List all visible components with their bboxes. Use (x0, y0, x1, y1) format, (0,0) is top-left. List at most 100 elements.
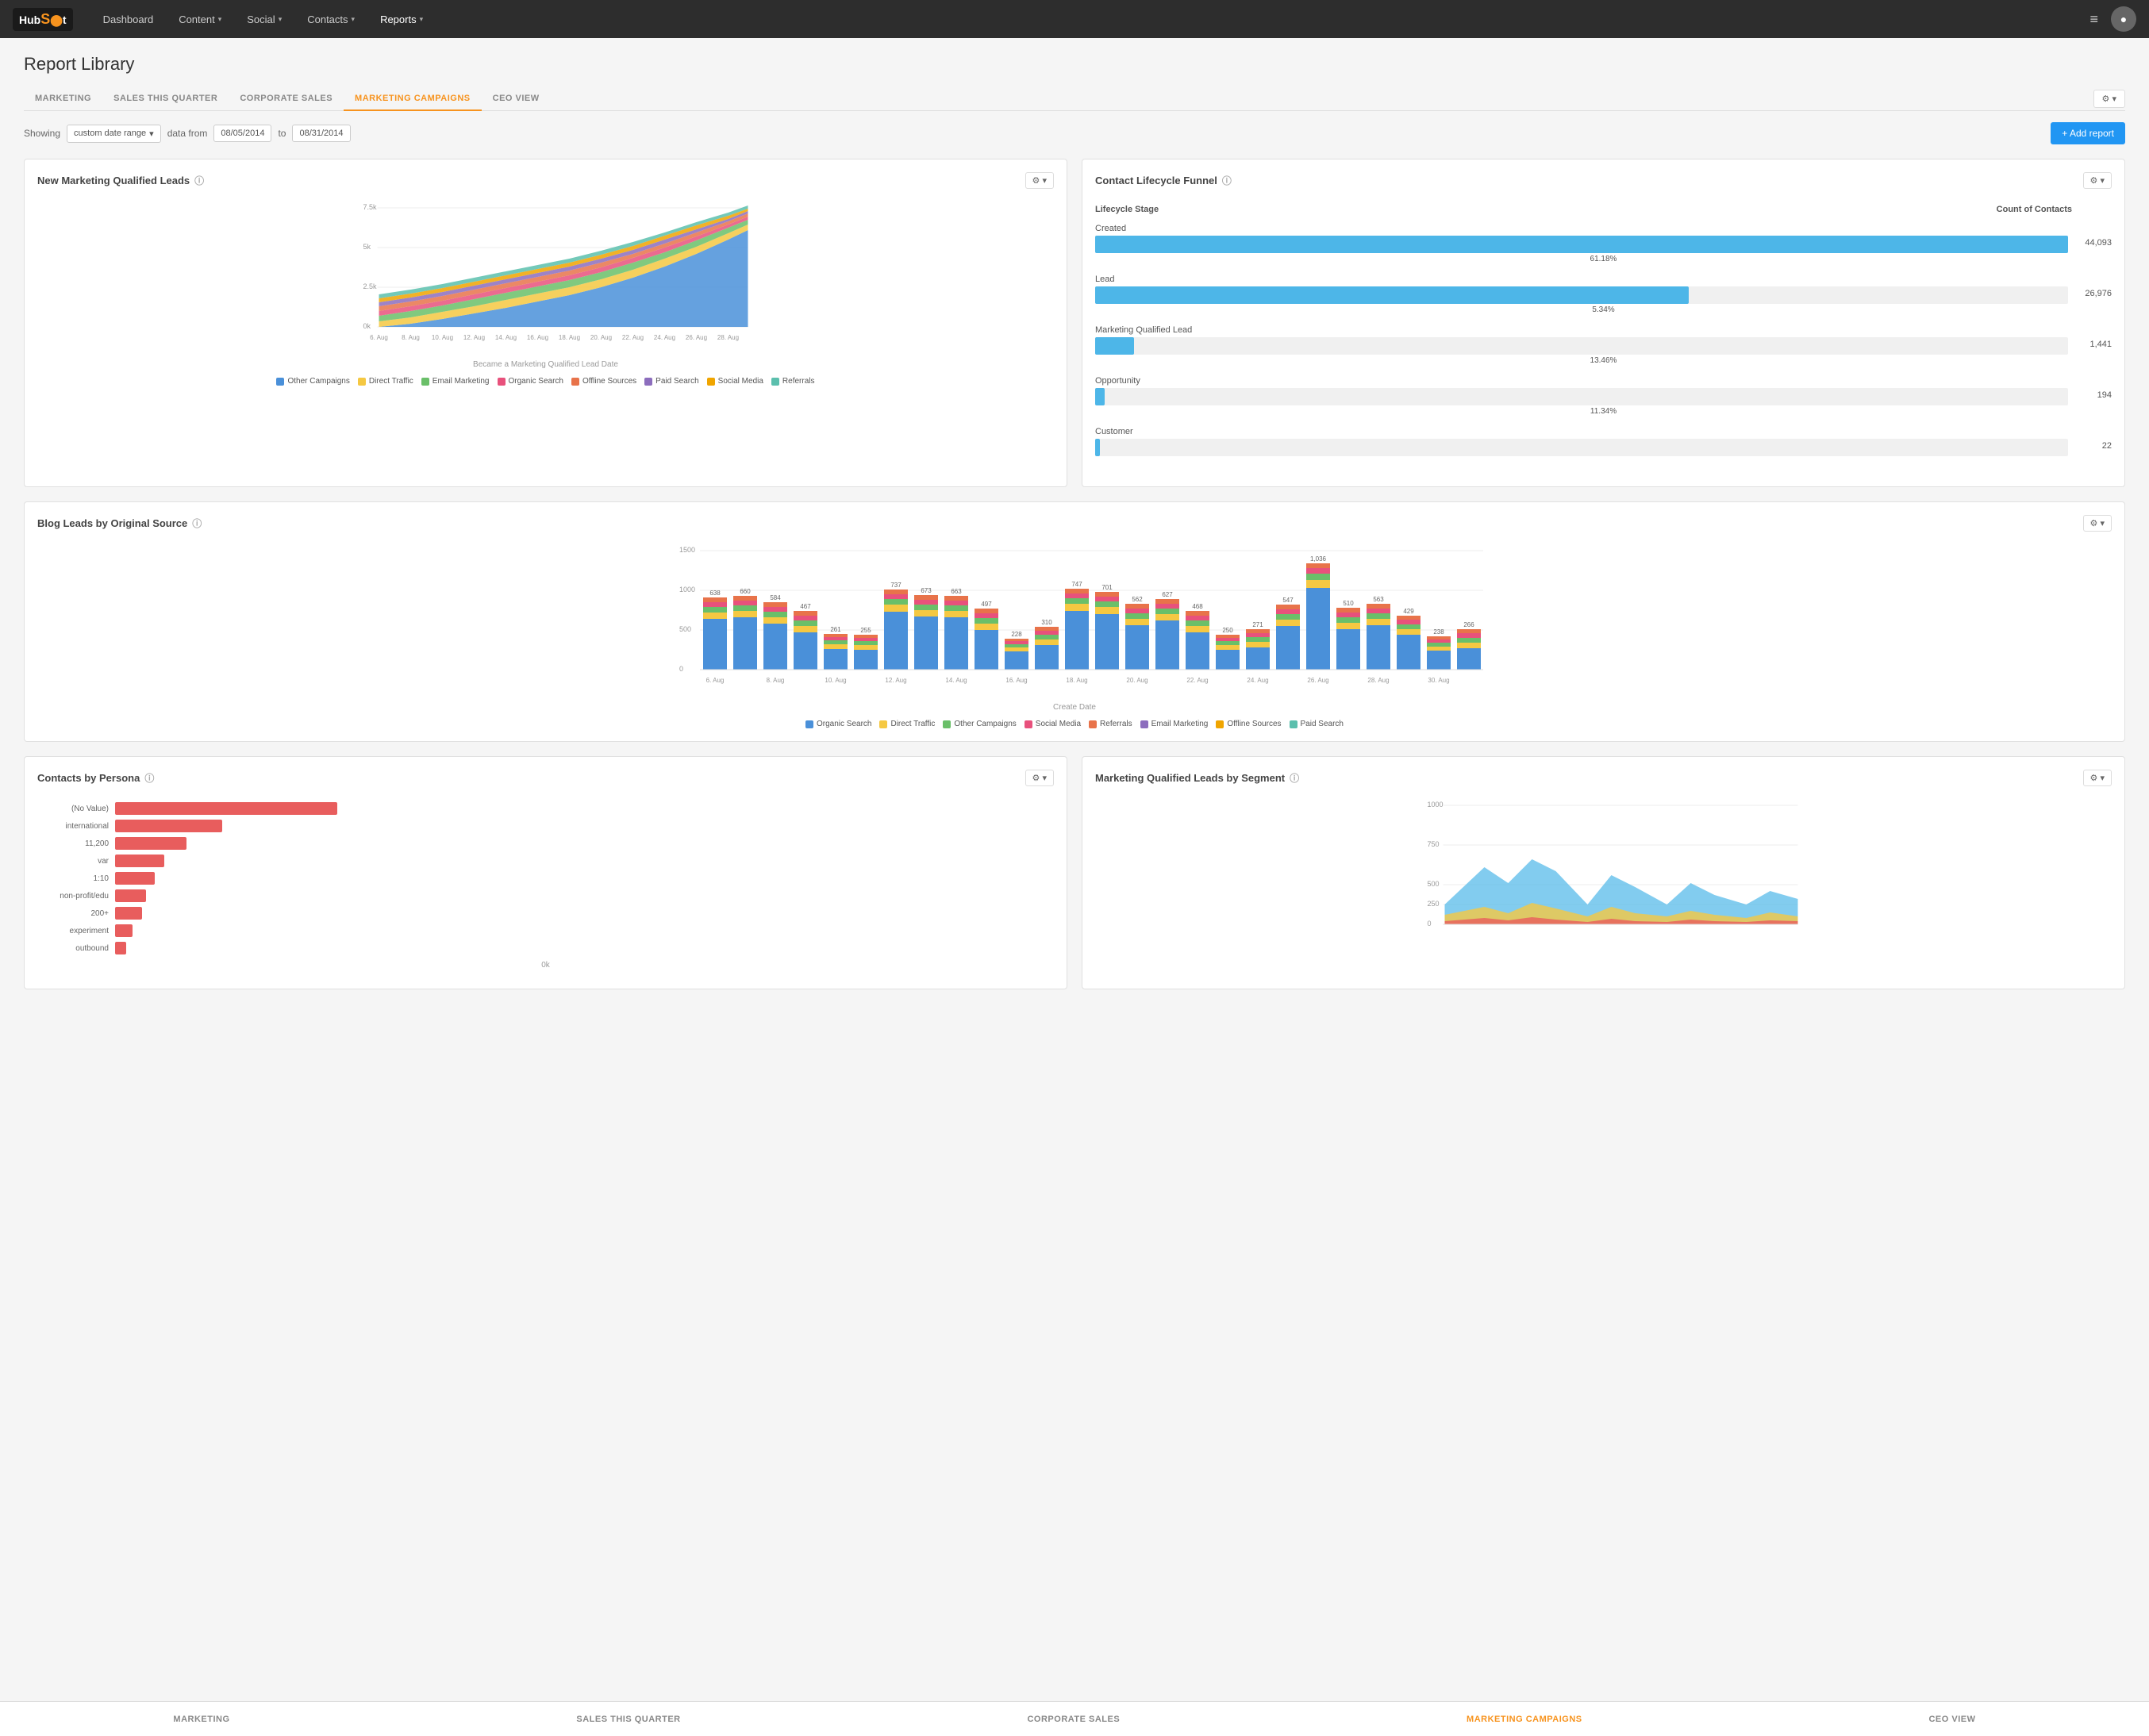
info-icon-blog[interactable]: ⓘ (192, 517, 202, 530)
filter-bar: Showing custom date range ▾ data from 08… (24, 122, 2125, 144)
svg-text:24. Aug: 24. Aug (1247, 677, 1268, 684)
card-header-blog: Blog Leads by Original Source ⓘ ⚙ ▾ (37, 515, 2112, 532)
bottom-tab-sales[interactable]: SALES THIS QUARTER (560, 1708, 696, 1730)
svg-text:26. Aug: 26. Aug (1307, 677, 1328, 684)
svg-text:14. Aug: 14. Aug (495, 334, 517, 341)
card-title-mql: New Marketing Qualified Leads ⓘ (37, 174, 204, 187)
bottom-tab-marketing[interactable]: MARKETING (157, 1708, 245, 1730)
nav-social[interactable]: Social ▾ (236, 7, 293, 32)
legend-referrals: Referrals (771, 377, 815, 386)
card-blog-leads: Blog Leads by Original Source ⓘ ⚙ ▾ 1500… (24, 501, 2125, 742)
card-gear-persona[interactable]: ⚙ ▾ (1025, 770, 1054, 786)
svg-text:10. Aug: 10. Aug (432, 334, 453, 341)
card-gear-segment[interactable]: ⚙ ▾ (2083, 770, 2112, 786)
svg-text:673: 673 (921, 587, 932, 594)
svg-text:429: 429 (1403, 608, 1414, 615)
info-icon-persona[interactable]: ⓘ (144, 771, 154, 785)
logo: HubS⬤t (13, 8, 73, 31)
data-from-label: data from (167, 128, 208, 139)
lifecycle-col-left: Lifecycle Stage (1095, 205, 1159, 214)
svg-text:8. Aug: 8. Aug (402, 334, 420, 341)
legend-email-marketing: Email Marketing (421, 377, 490, 386)
svg-text:20. Aug: 20. Aug (590, 334, 612, 341)
segment-chart-area: 1000 750 500 250 0 (1095, 796, 2112, 954)
svg-text:500: 500 (679, 625, 691, 633)
svg-text:1500: 1500 (679, 546, 695, 554)
date-to-input[interactable]: 08/31/2014 (292, 125, 350, 142)
svg-text:2.5k: 2.5k (363, 282, 378, 290)
svg-text:638: 638 (709, 590, 721, 597)
svg-text:10. Aug: 10. Aug (825, 677, 846, 684)
svg-text:467: 467 (800, 603, 811, 610)
svg-text:0: 0 (679, 665, 683, 673)
lifecycle-row-mql: Marketing Qualified Lead 1,441 13.46% (1095, 325, 2112, 365)
svg-text:16. Aug: 16. Aug (1005, 677, 1027, 684)
info-icon-segment[interactable]: ⓘ (1290, 771, 1299, 785)
bottom-tab-campaigns[interactable]: MARKETING CAMPAIGNS (1451, 1708, 1598, 1730)
svg-text:271: 271 (1252, 621, 1263, 628)
card-gear-blog[interactable]: ⚙ ▾ (2083, 515, 2112, 532)
blog-legend-direct: Direct Traffic (879, 720, 935, 728)
blog-legend-email: Email Marketing (1140, 720, 1209, 728)
svg-text:547: 547 (1282, 597, 1294, 604)
bottom-tab-corporate[interactable]: CORPORATE SALES (1011, 1708, 1136, 1730)
card-title-blog: Blog Leads by Original Source ⓘ (37, 517, 202, 530)
svg-text:701: 701 (1101, 584, 1113, 591)
svg-text:737: 737 (890, 582, 902, 589)
svg-text:497: 497 (981, 601, 992, 608)
info-icon-mql[interactable]: ⓘ (194, 174, 204, 187)
svg-text:5k: 5k (363, 243, 371, 251)
card-new-mql: New Marketing Qualified Leads ⓘ ⚙ ▾ 7.5k… (24, 159, 1067, 487)
card-contacts-persona: Contacts by Persona ⓘ ⚙ ▾ (No Value) int… (24, 756, 1067, 989)
nav-content[interactable]: Content ▾ (167, 7, 233, 32)
svg-text:6. Aug: 6. Aug (706, 677, 725, 684)
tab-corporate[interactable]: Corporate Sales (229, 87, 344, 111)
tab-settings-button[interactable]: ⚙ ▾ (2093, 90, 2125, 108)
lifecycle-row-lead: Lead 26,976 5.34% (1095, 275, 2112, 314)
card-header-segment: Marketing Qualified Leads by Segment ⓘ ⚙… (1095, 770, 2112, 786)
svg-text:250: 250 (1222, 627, 1233, 634)
add-report-button[interactable]: + Add report (2051, 122, 2125, 144)
blog-legend-social: Social Media (1025, 720, 1081, 728)
svg-text:228: 228 (1011, 631, 1022, 638)
logo-box[interactable]: HubS⬤t (13, 8, 73, 31)
svg-text:18. Aug: 18. Aug (559, 334, 580, 341)
svg-text:310: 310 (1041, 619, 1052, 626)
date-from-input[interactable]: 08/05/2014 (213, 125, 271, 142)
tab-ceo[interactable]: CEO View (482, 87, 551, 111)
tab-marketing-campaigns[interactable]: Marketing Campaigns (344, 87, 482, 111)
hamburger-icon[interactable]: ≡ (2089, 11, 2098, 28)
tab-marketing[interactable]: Marketing (24, 87, 102, 111)
legend-offline-sources: Offline Sources (571, 377, 636, 386)
legend-social-media: Social Media (707, 377, 763, 386)
blog-legend-offline: Offline Sources (1216, 720, 1281, 728)
svg-text:663: 663 (951, 588, 962, 595)
card-gear-mql[interactable]: ⚙ ▾ (1025, 172, 1054, 189)
svg-text:750: 750 (1428, 840, 1440, 848)
svg-text:26. Aug: 26. Aug (686, 334, 707, 341)
nav-contacts[interactable]: Contacts ▾ (296, 7, 366, 32)
nav-dashboard[interactable]: Dashboard (92, 7, 165, 32)
date-range-select[interactable]: custom date range ▾ (67, 125, 161, 143)
lifecycle-row-opportunity: Opportunity 194 11.34% (1095, 376, 2112, 416)
tab-sales[interactable]: Sales This Quarter (102, 87, 229, 111)
bottom-tab-ceo[interactable]: CEO VIEW (1913, 1708, 1991, 1730)
info-icon-lifecycle[interactable]: ⓘ (1222, 174, 1232, 187)
avatar[interactable]: ● (2111, 6, 2136, 32)
svg-text:14. Aug: 14. Aug (945, 677, 967, 684)
mql-chart-area: 7.5k 5k 2.5k 0k (37, 198, 1054, 369)
mql-chart-subtitle: Became a Marketing Qualified Lead Date (37, 360, 1054, 369)
nav-reports[interactable]: Reports ▾ (369, 7, 434, 32)
card-header-mql: New Marketing Qualified Leads ⓘ ⚙ ▾ (37, 172, 1054, 189)
svg-text:16. Aug: 16. Aug (527, 334, 548, 341)
svg-text:747: 747 (1071, 581, 1082, 588)
segment-chart: 1000 750 500 250 0 (1095, 796, 2112, 954)
lifecycle-col-right: Count of Contacts (1997, 205, 2072, 214)
card-gear-lifecycle[interactable]: ⚙ ▾ (2083, 172, 2112, 189)
svg-text:0: 0 (1428, 920, 1432, 928)
card-header-lifecycle: Contact Lifecycle Funnel ⓘ ⚙ ▾ (1095, 172, 2112, 189)
card-lifecycle: Contact Lifecycle Funnel ⓘ ⚙ ▾ Lifecycle… (1082, 159, 2125, 487)
page-title: Report Library (24, 54, 2125, 75)
blog-legend-organic: Organic Search (805, 720, 871, 728)
showing-label: Showing (24, 128, 60, 139)
